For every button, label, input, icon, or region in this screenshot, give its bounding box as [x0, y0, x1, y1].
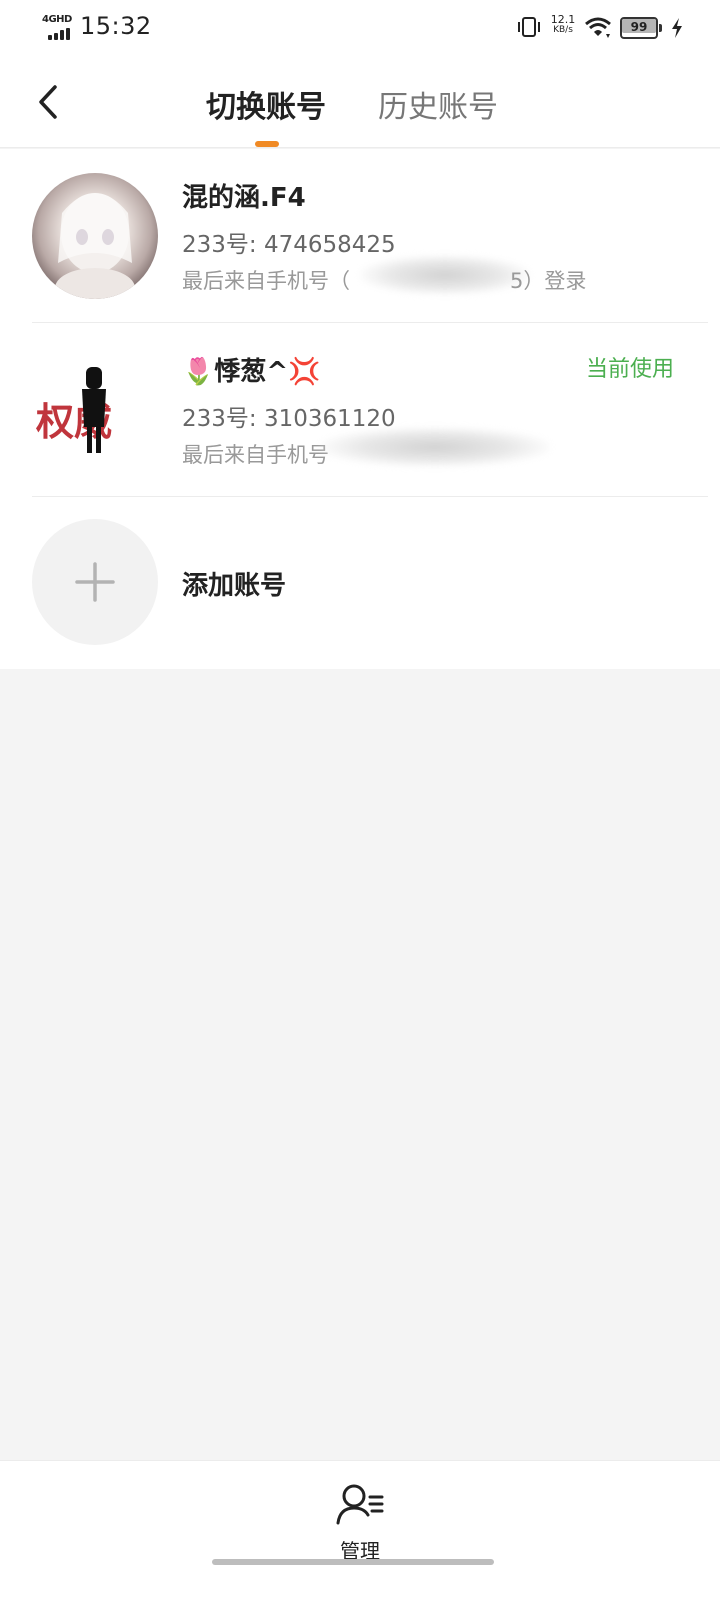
wifi-icon [585, 17, 611, 38]
redacted-phone [320, 427, 550, 467]
add-account-label: 添加账号 [182, 571, 287, 601]
redacted-phone [360, 255, 530, 295]
current-account-badge: 当前使用 [585, 357, 674, 382]
account-list: 混的涵.F4 233号: 474658425 最后来自手机号（ 5）登录 权威 … [0, 149, 720, 669]
battery-level: 99 [630, 20, 648, 34]
network-type: 4GHD [42, 14, 72, 25]
plus-icon [75, 562, 115, 602]
last-login-suffix: 5）登录 [510, 269, 587, 293]
account-row[interactable]: 权威 🌷悸葱^💢 当前使用 233号: 310361120 最后来自手机号 [0, 323, 720, 497]
avatar [32, 173, 158, 299]
user-list-icon [336, 1484, 384, 1525]
account-row[interactable]: 混的涵.F4 233号: 474658425 最后来自手机号（ 5）登录 [0, 149, 720, 323]
tab-history-account[interactable]: 历史账号 [378, 82, 498, 126]
battery-icon: 99 [620, 17, 664, 39]
add-account-button[interactable]: 添加账号 [0, 497, 720, 669]
tab-indicator [255, 141, 279, 147]
avatar: 权威 [32, 347, 158, 473]
last-login-prefix: 最后来自手机号（ [182, 269, 350, 293]
account-id: 233号: 474658425 [182, 232, 396, 258]
bottom-bar: 管理 [0, 1460, 720, 1600]
network-speed: 12.1 KB/s [550, 13, 576, 35]
charging-icon [672, 18, 682, 38]
last-login-prefix: 最后来自手机号 [182, 443, 329, 467]
header: 切换账号 历史账号 [0, 56, 720, 148]
account-name: 混的涵.F4 [182, 183, 306, 213]
chevron-left-icon [39, 85, 57, 119]
signal-icon: 4GHD [42, 14, 76, 40]
back-button[interactable] [28, 80, 68, 124]
tab-switch-account[interactable]: 切换账号 [206, 82, 326, 126]
home-indicator[interactable] [212, 1559, 494, 1565]
account-name: 🌷悸葱^💢 [182, 357, 321, 387]
vibrate-icon [518, 17, 540, 37]
clock: 15:32 [80, 12, 152, 40]
add-account-circle [32, 519, 158, 645]
status-bar: 4GHD 15:32 12.1 KB/s 99 [0, 0, 720, 56]
